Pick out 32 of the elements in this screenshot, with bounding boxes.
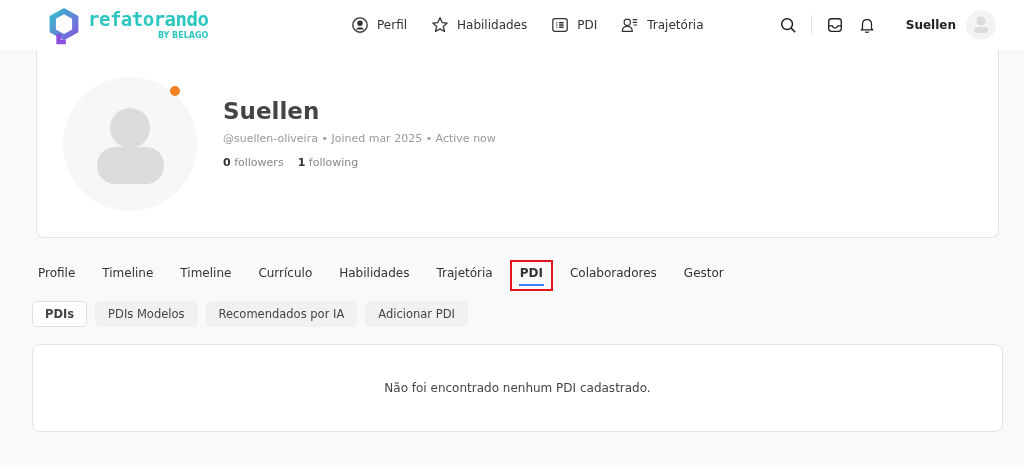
empty-message: Não foi encontrado nenhum PDI cadastrado. [384,381,651,395]
user-circle-icon [351,16,369,34]
profile-tab[interactable]: Timeline [92,260,164,291]
search-icon[interactable] [778,16,797,34]
profile-meta: @suellen-oliveira • Joined mar 2025 • Active now [223,132,496,145]
sub-tab[interactable]: Adicionar PDI [365,301,468,327]
profile-tab[interactable]: Habilidades [329,260,420,291]
sub-tab[interactable]: PDIs [32,301,88,327]
profile-tab[interactable]: Gestor [673,260,734,291]
profile-tab[interactable]: Currículo [248,260,323,291]
logo-tagline: BY BELAGO [157,32,209,40]
star-icon [431,16,450,34]
profile-tab[interactable]: Profile [28,260,86,291]
nav-link[interactable]: Habilidades [431,16,528,34]
sub-tab[interactable]: PDIs Modelos [95,301,198,327]
user-list-icon [621,16,640,34]
profile-tab[interactable]: PDI [509,260,553,291]
user-name[interactable]: Suellen [905,18,956,32]
avatar-icon [63,76,197,211]
nav-link[interactable]: Trajetória [621,16,704,34]
list-icon [551,16,570,34]
inbox-icon[interactable] [825,16,844,34]
profile-tab[interactable]: Colaboradores [559,260,667,291]
profile-name: Suellen [223,98,321,124]
following-count[interactable]: 1 following [297,156,359,169]
nav-link[interactable]: Perfil [351,16,408,34]
profile-tab[interactable]: Timeline [170,260,242,291]
nav-link[interactable]: PDI [551,16,598,34]
followers-count[interactable]: 0 followers [223,156,284,169]
sub-tab[interactable]: Recomendados por IA [205,301,358,327]
profile-tab[interactable]: Trajetória [426,260,503,291]
logo-name: refatorando [88,10,209,29]
